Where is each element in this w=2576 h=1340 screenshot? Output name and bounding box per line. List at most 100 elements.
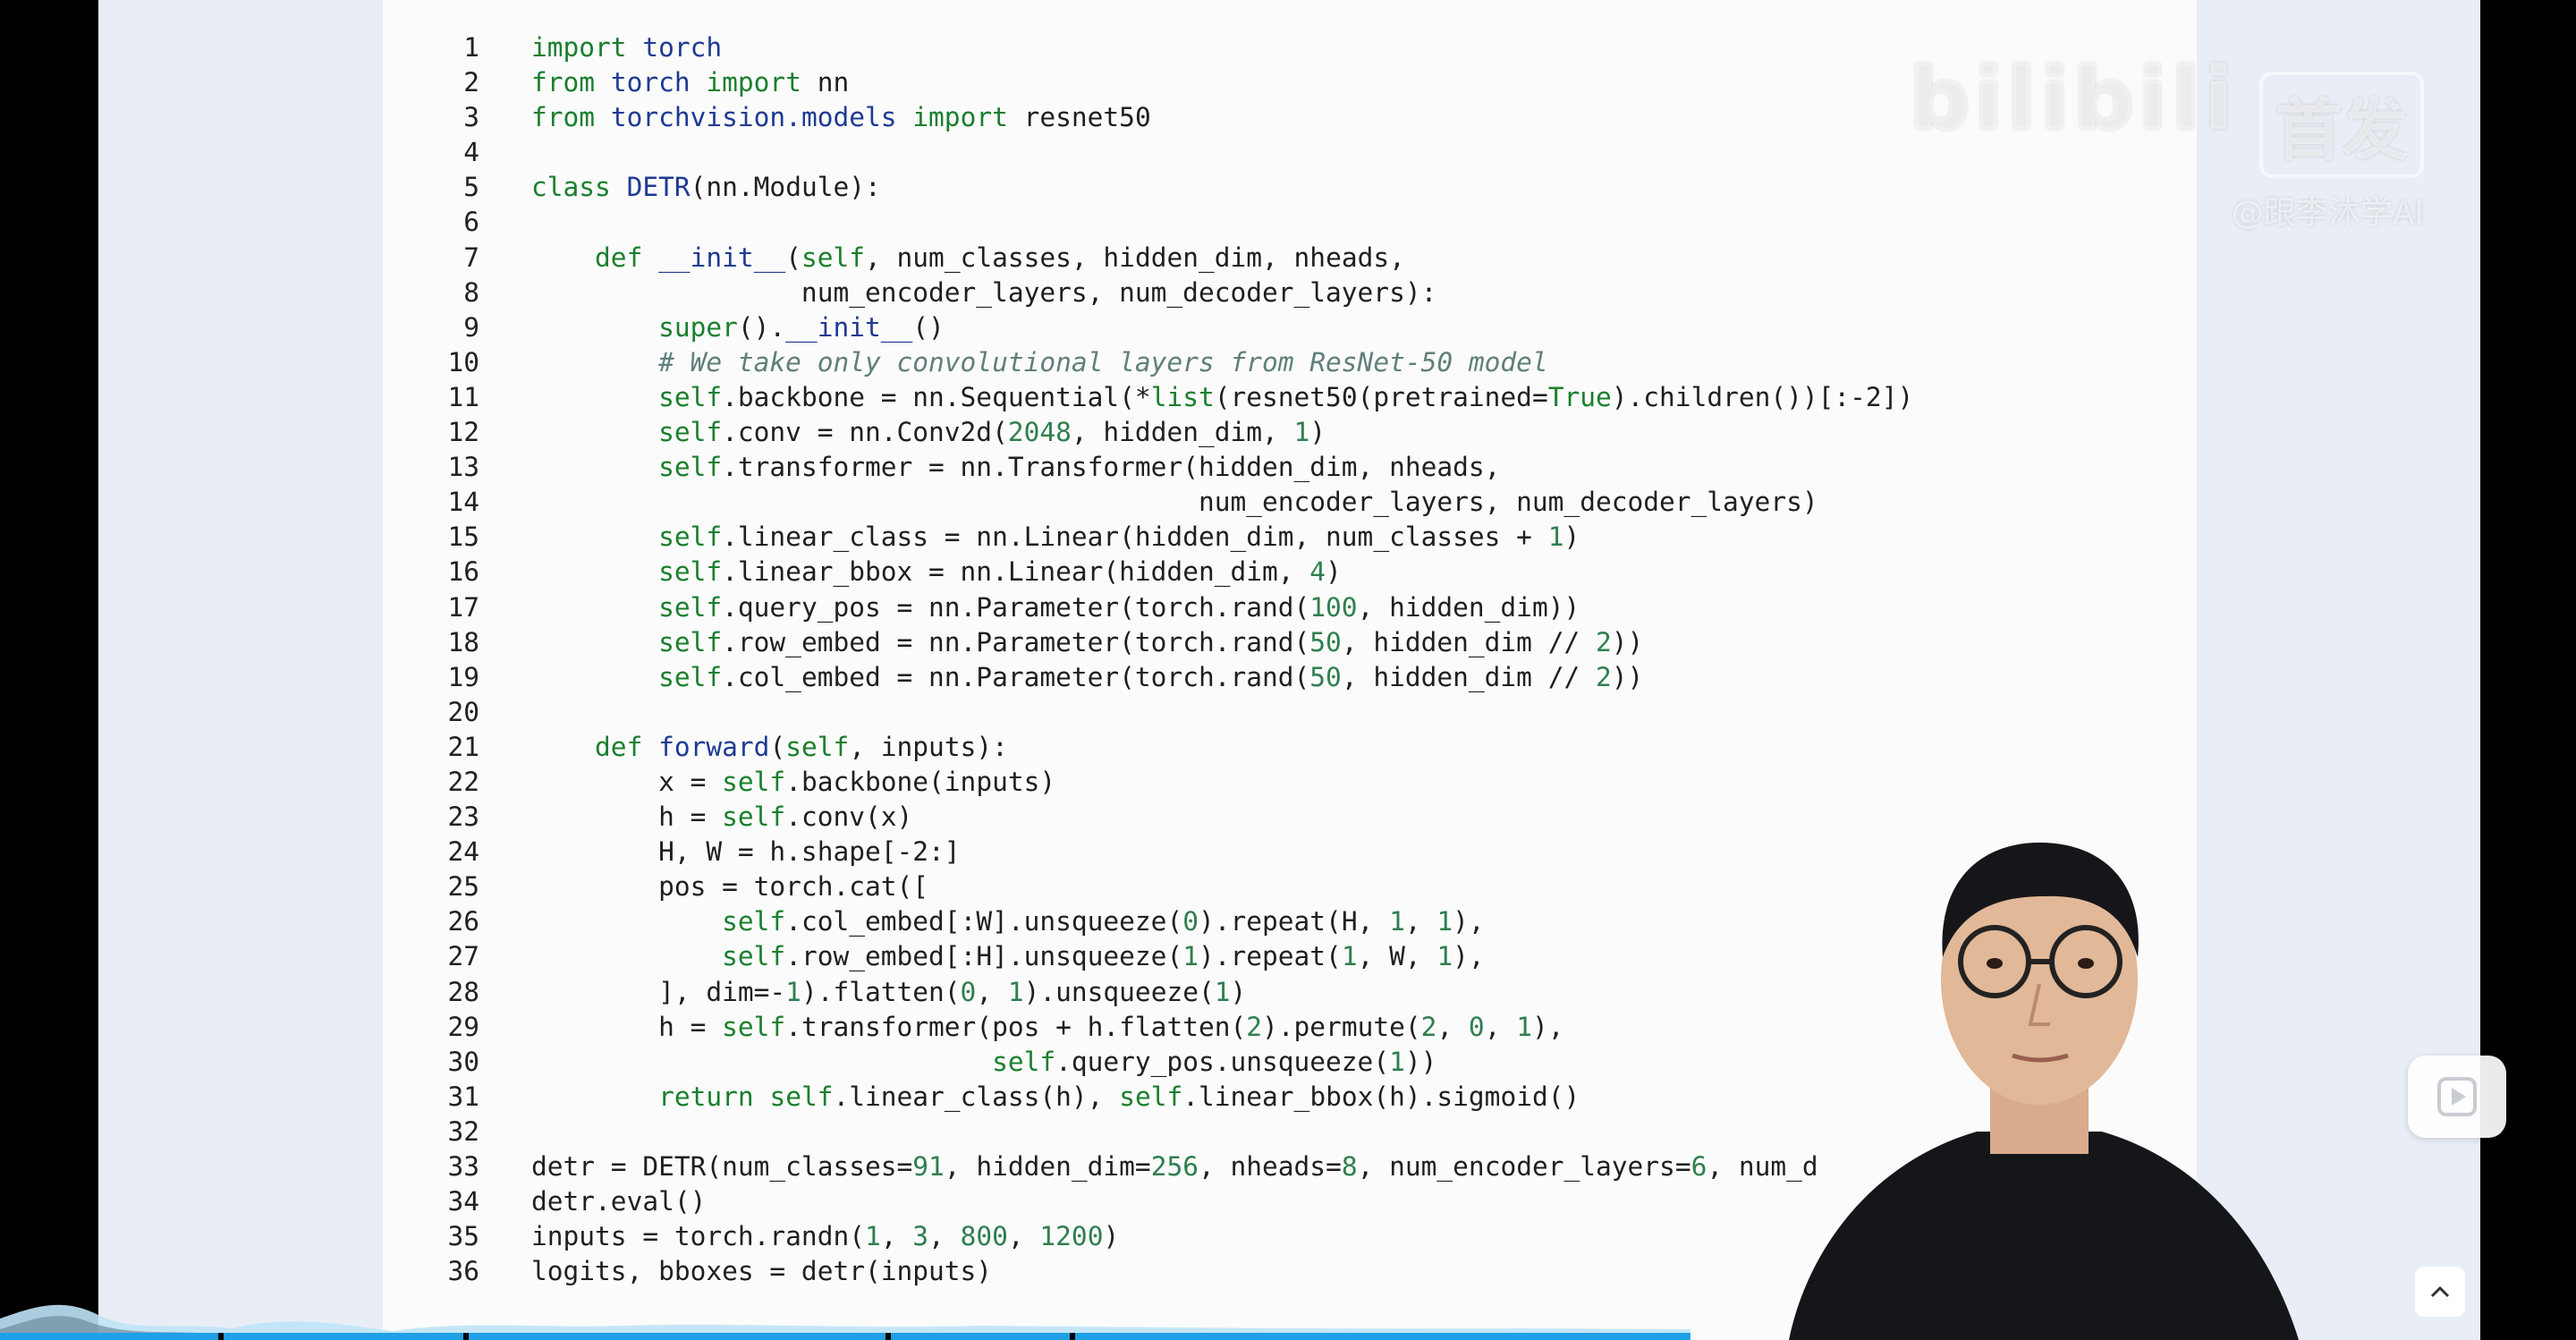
code-token: self [658,417,723,448]
chapter-divider [1070,1333,1075,1340]
code-token: torchvision.models [610,102,897,133]
play-button[interactable] [2408,1056,2506,1138]
line-number: 31 [447,1081,479,1112]
code-token: 1200 [1039,1221,1104,1252]
code-line: 32 [420,1115,1913,1149]
progress-bar[interactable] [0,1333,1690,1340]
code-token: 50 [1309,626,1342,657]
code-token: forward [658,731,770,762]
line-number: 6 [463,207,479,238]
code-line: 34 detr.eval() [420,1184,1913,1219]
code-token: self [658,591,723,623]
code-text: h = self.conv(x) [531,800,912,835]
code-token: 1 [1182,941,1199,972]
code-token: nn [801,67,850,98]
code-token: (resnet50(pretrained= [1214,381,1548,412]
code-line: 26 self.col_embed[:W].unsqueeze(0).repea… [420,904,1913,939]
line-number: 22 [447,766,479,797]
line-number: 9 [463,311,479,343]
code-line: 1 import torch [420,30,1913,65]
line-number: 18 [447,626,479,657]
code-text: h = self.transformer(pos + h.flatten(2).… [531,1010,1563,1045]
code-token: torch [642,32,723,63]
code-text: self.transformer = nn.Transformer(hidden… [531,450,1500,485]
code-token: self [658,522,723,553]
code-line: 18 self.row_embed = nn.Parameter(torch.r… [420,625,1913,660]
code-text: x = self.backbone(inputs) [531,765,1055,800]
code-text: return self.linear_class(h), self.linear… [531,1080,1580,1115]
code-token: 1 [1341,941,1358,972]
line-number: 26 [447,906,479,937]
code-text: self.linear_bbox = nn.Linear(hidden_dim,… [531,555,1342,589]
code-text: num_encoder_layers, num_decoder_layers) [531,485,1818,520]
code-token: , [1436,1011,1469,1042]
code-token: , [1007,1221,1040,1252]
line-number: 21 [447,731,479,762]
code-token: ) [1230,976,1247,1007]
code-listing: 1 import torch 2 from torch import nn 3 from … [420,30,1913,1289]
code-text: ], dim=-1).flatten(0, 1).unsqueeze(1) [531,975,1246,1010]
line-number: 16 [447,556,479,588]
code-token: , num_classes, hidden_dim, nheads, [865,242,1405,273]
line-number: 14 [447,487,479,518]
code-line: 22 x = self.backbone(inputs) [420,765,1913,800]
code-token: )) [1611,661,1644,692]
code-token: ) [1563,522,1580,553]
code-token: 1 [785,976,801,1007]
code-text: def __init__(self, num_classes, hidden_d… [531,241,1405,276]
code-line: 24 H, W = h.shape[-2:] [420,835,1913,869]
code-token: , hidden_dim)) [1357,591,1580,623]
code-text: self.linear_class = nn.Linear(hidden_dim… [531,520,1580,555]
code-token: return [658,1081,754,1112]
code-token: ) [1103,1221,1120,1252]
line-number: 7 [463,242,479,273]
code-line: 4 [420,135,1913,170]
code-text: H, W = h.shape[-2:] [531,835,960,869]
code-token: ) [1326,556,1342,588]
code-text: detr = DETR(num_classes=91, hidden_dim=2… [531,1149,1818,1184]
code-token: self [801,242,866,273]
channel-handle: @跟李沐学AI [2231,195,2424,232]
code-text: self.query_pos = nn.Parameter(torch.rand… [531,590,1580,625]
chevron-up-icon [2430,1285,2450,1298]
code-line: 17 self.query_pos = nn.Parameter(torch.r… [420,590,1913,625]
code-token: 1 [1389,1046,1405,1077]
code-token: detr.eval() [531,1186,707,1217]
code-token: 1 [1436,941,1453,972]
code-token: 100 [1309,591,1358,623]
line-number: 25 [447,871,479,903]
line-number: 17 [447,591,479,623]
line-number: 3 [463,102,479,133]
code-token: 6 [1690,1151,1707,1182]
code-text: self.row_embed[:H].unsqueeze(1).repeat(1… [531,939,1485,974]
line-number: 8 [463,276,479,308]
code-line: 20 [420,695,1913,730]
code-token: .backbone = nn.Sequential(* [722,381,1151,412]
line-number: 29 [447,1011,479,1042]
code-token: self [658,626,723,657]
code-text: self.col_embed = nn.Parameter(torch.rand… [531,660,1643,695]
code-token: 0 [1182,906,1199,937]
code-token: self [658,556,723,588]
chapter-divider [463,1333,469,1340]
code-token: ( [769,731,786,762]
code-token: 1 [1389,906,1405,937]
code-line: 10 # We take only convolutional layers f… [420,345,1913,380]
bilibili-logo: bilibili [1909,49,2237,149]
code-token: self [769,1081,834,1112]
code-token: 1 [1516,1011,1532,1042]
code-token: 1 [864,1221,881,1252]
scroll-top-button[interactable] [2415,1267,2465,1317]
code-token: self [992,1046,1056,1077]
